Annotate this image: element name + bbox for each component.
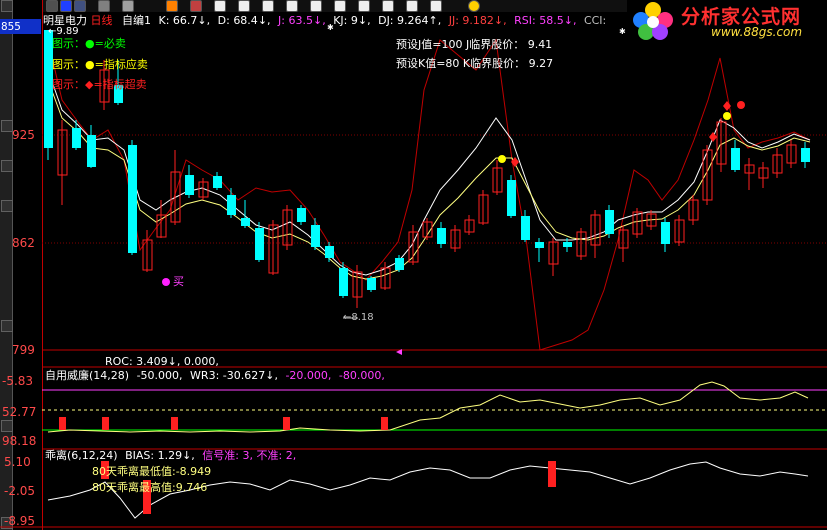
high-price-label: ←9.89 <box>48 26 79 37</box>
candle <box>128 145 137 253</box>
candle <box>661 222 670 244</box>
candle <box>535 242 544 248</box>
sell-signal-marker <box>737 101 745 109</box>
indicator-value-dj: DJ: 9.264↑, <box>378 14 442 27</box>
bias-signal-bar <box>548 461 556 487</box>
indicator-value-k: K: 66.7↓, <box>158 14 211 27</box>
candle <box>255 228 264 260</box>
bias-header: 乖离(6,12,24) BIAS: 1.29↓, 信号准: 3, 不准: 2, <box>45 449 297 462</box>
header-bar: 明星电力 日线 自编1 K: 66.7↓, D: 68.4↓, J: 63.5↓… <box>43 14 606 27</box>
candle <box>227 195 236 215</box>
candle <box>437 228 446 244</box>
candle <box>521 216 530 240</box>
candle <box>563 242 572 247</box>
candlesticks <box>44 30 810 308</box>
roc-readout: ROC: 3.409↓, 0.000, <box>105 355 219 368</box>
candle <box>339 268 348 296</box>
bias-high-label: 80天乖离最高值:9.746 <box>92 481 208 494</box>
bias-low-label: 80天乖离最低值:-8.949 <box>92 465 212 478</box>
candle <box>605 210 614 234</box>
candle <box>801 148 810 162</box>
low-price-label: ←8.18 <box>343 312 374 323</box>
candle <box>731 148 740 170</box>
logo: 分析家公式网 www.88gs.com <box>627 0 827 42</box>
candle <box>395 258 404 270</box>
candle <box>325 246 334 258</box>
circle-icon: ● <box>85 58 95 71</box>
candle <box>507 180 516 216</box>
williams-title[interactable]: 自用威廉(14,28) <box>45 369 129 382</box>
legend-item: 图示：●=必卖 <box>52 37 126 50</box>
indicator-value-jj: JJ: 9.182↓, <box>448 14 507 27</box>
candle <box>297 208 306 222</box>
indicator-value-kj: KJ: 9↓, <box>333 14 371 27</box>
candle <box>311 225 320 247</box>
period-label[interactable]: 日线 <box>91 14 113 27</box>
candle <box>185 175 194 195</box>
williams-header: 自用威廉(14,28) -50.000, WR3: -30.627↓, -20.… <box>45 369 385 382</box>
wr-signal-bar <box>102 417 109 430</box>
indicator-value-d: D: 68.4↓, <box>217 14 271 27</box>
indicator-value-rsi: RSI: 58.5↓, <box>514 14 577 27</box>
indicator-value-j: J: 63.5↓, <box>278 14 326 27</box>
indicator-name[interactable]: 自编1 <box>122 14 151 27</box>
oversold-marker <box>709 132 717 142</box>
legend-item: 图示：◆=指标超卖 <box>52 78 147 91</box>
wr-signal-bar <box>381 417 388 430</box>
sell-signal-marker <box>498 155 506 163</box>
preset-j: 预设J值=100 J临界股价： 9.41 <box>396 38 553 51</box>
preset-k: 预设K值=80 K临界股价： 9.27 <box>396 57 554 70</box>
indicator-value-cci: CCI: <box>583 14 607 27</box>
wr-signal-bar <box>171 417 178 430</box>
svg-text:✱: ✱ <box>619 27 626 36</box>
bias-title[interactable]: 乖离(6,12,24) <box>45 449 118 462</box>
buy-signal-marker <box>162 278 170 286</box>
flower-logo-icon <box>633 2 673 40</box>
candle <box>241 218 250 226</box>
circle-icon: ● <box>85 37 95 50</box>
legend-item: 图示：●=指标应卖 <box>52 58 148 71</box>
wr-signal-bar <box>283 417 290 430</box>
logo-url: www.88gs.com <box>711 25 803 39</box>
buy-label: 买 <box>173 275 184 288</box>
sell-signal-marker <box>723 112 731 120</box>
wr-signal-bar <box>59 417 66 430</box>
candle <box>213 176 222 188</box>
candle <box>72 128 81 148</box>
candle <box>87 135 96 167</box>
candle <box>367 278 376 290</box>
